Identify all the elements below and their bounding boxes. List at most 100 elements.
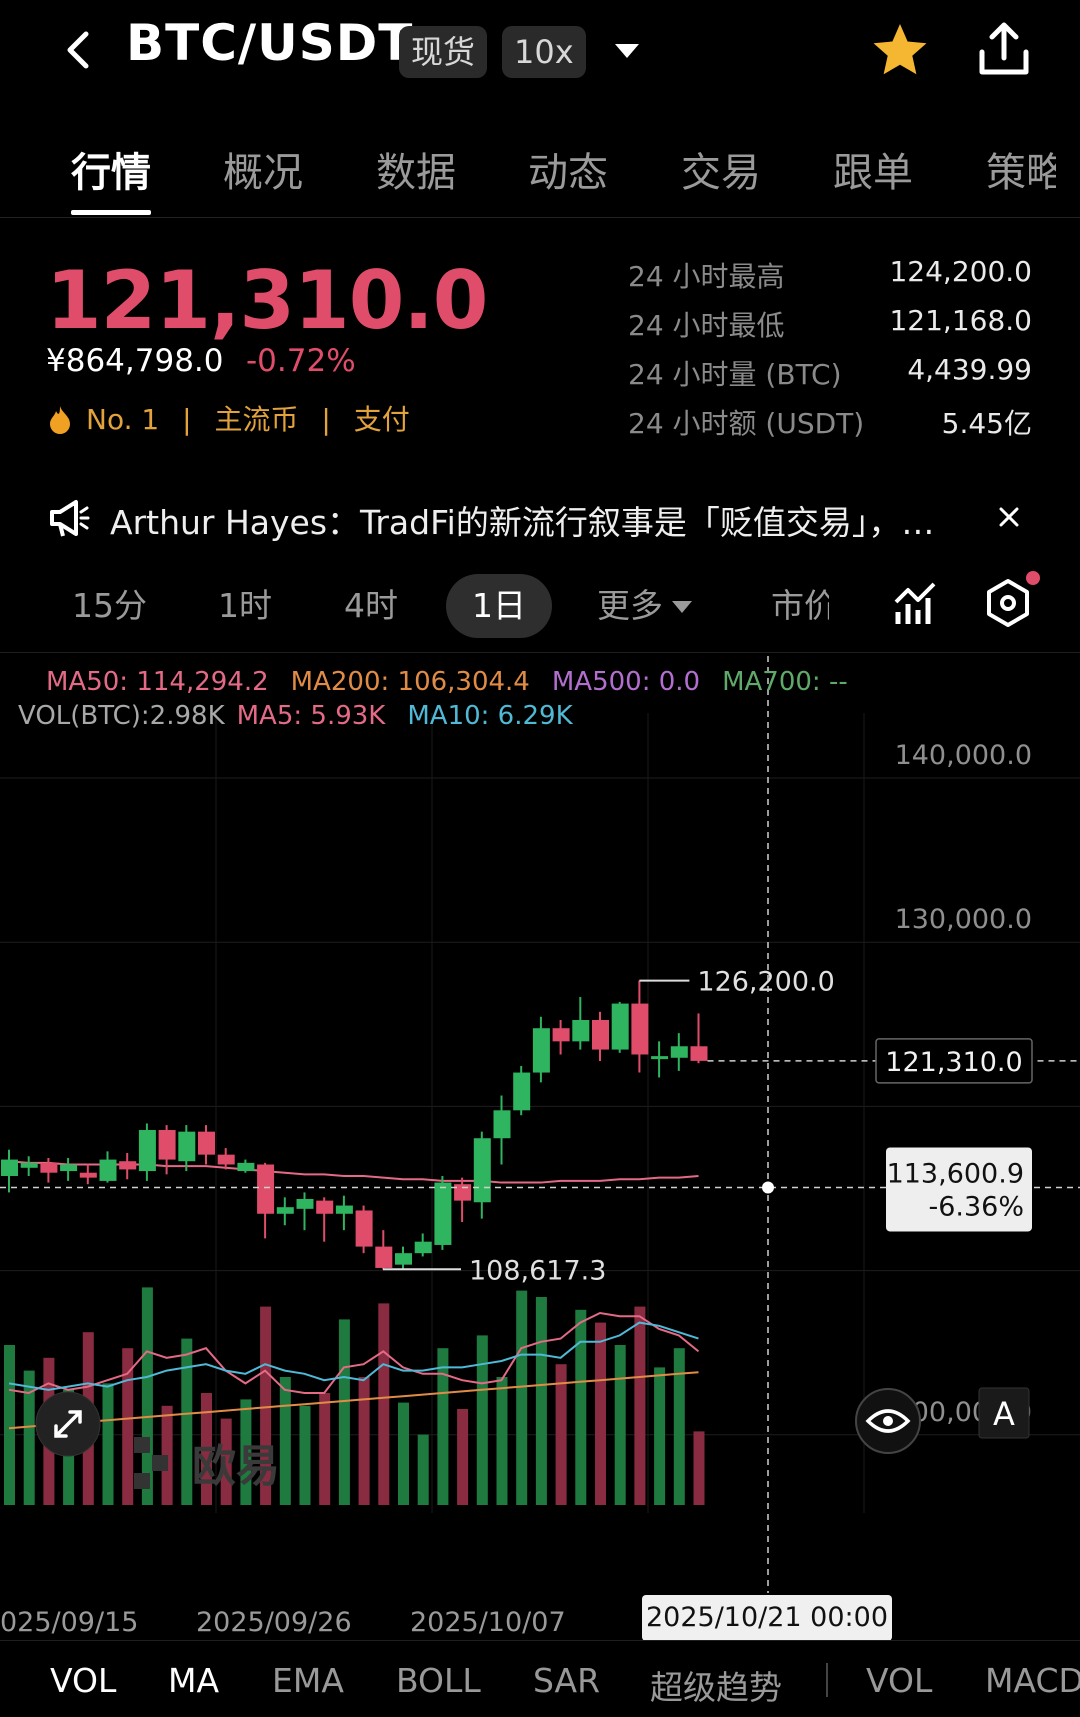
volume-bar [4, 1345, 15, 1505]
tab-overview[interactable]: 概况 [223, 140, 303, 198]
candle-body [296, 1198, 314, 1209]
timeframe-1d[interactable]: 1日 [446, 574, 552, 638]
candle-body [395, 1253, 412, 1265]
candle-body [40, 1162, 58, 1173]
timeframe-4h[interactable]: 4时 [344, 574, 398, 638]
tab-feed[interactable]: 动态 [528, 140, 608, 198]
indicator-tab-ema[interactable]: EMA [272, 1661, 344, 1700]
rank-line: No. 1 | 主流币 | 支付 [48, 398, 410, 438]
volume-bar [378, 1303, 390, 1505]
timeframe-more[interactable]: 更多 [597, 574, 693, 638]
favorite-star-icon[interactable] [870, 20, 930, 80]
crosshair-date-label: 2025/10/21 00:00 [642, 1595, 892, 1641]
candle-body [335, 1205, 353, 1214]
category-link[interactable]: 主流币 [214, 403, 298, 436]
tab-market[interactable]: 行情 [71, 140, 151, 198]
ma200-legend: MA200: 106,304.4 [290, 667, 530, 697]
volume-bar [457, 1409, 469, 1505]
candle-body [454, 1184, 472, 1201]
chevron-down-icon[interactable] [612, 36, 642, 66]
candlestick-chart[interactable]: 140,000.0130,000.0100,000.0126,200.0108,… [0, 653, 1080, 1643]
candle-body [651, 1056, 669, 1060]
candle-body [138, 1130, 156, 1172]
ma50-legend: MA50: 114,294.2 [46, 667, 269, 697]
main-tabs: 行情 概况 数据 动态 交易 跟单 策略 [0, 120, 1080, 218]
date-axis-label: 2025/09/26 [196, 1607, 352, 1638]
timeframe-1h[interactable]: 1时 [218, 574, 272, 638]
indicator-tab-sar[interactable]: SAR [533, 1661, 600, 1700]
candle-body [513, 1072, 531, 1111]
watermark-text: 欧易 [192, 1441, 280, 1492]
share-icon[interactable] [974, 20, 1034, 80]
watermark-logo [134, 1473, 150, 1489]
candle-body [690, 1046, 708, 1061]
volume-bar [181, 1338, 193, 1505]
stat-24h-high: 24 小时最高 124,200.0 [628, 255, 1032, 293]
back-arrow-icon[interactable] [58, 22, 98, 78]
volume-bar [575, 1309, 587, 1505]
vol-ma5-legend: MA5: 5.93K [236, 701, 386, 731]
vol-ma10-legend: MA10: 6.29K [407, 701, 573, 731]
close-icon[interactable] [998, 506, 1020, 528]
volume-bar [535, 1297, 547, 1505]
candle-body [198, 1131, 215, 1155]
chart-settings-icon[interactable] [984, 578, 1032, 628]
news-headline[interactable]: Arthur Hayes：TradFi的新流行叙事是「贬值交易」，… [110, 496, 970, 544]
candle-body [631, 1003, 649, 1055]
chart-area[interactable]: 140,000.0 130,000.0 100,000.0 126,200.0 108,… [0, 652, 1080, 1642]
volume-bar [319, 1393, 331, 1505]
timeframe-market-cap[interactable]: 市价 [771, 574, 829, 638]
tab-copy-trade[interactable]: 跟单 [833, 140, 913, 198]
candle-body [237, 1162, 255, 1172]
crosshair-pct: -6.36% [928, 1191, 1024, 1222]
candle-body [493, 1110, 511, 1139]
timeframe-more-label: 更多 [597, 586, 663, 625]
price-axis-label: 130,000.0 [895, 904, 1032, 935]
indicator-tab-supertrend[interactable]: 超级趋势 [650, 1661, 782, 1709]
price-axis-label: 140,000.0 [895, 740, 1032, 771]
eye-icon-pupil [883, 1416, 893, 1426]
ma500-legend: MA500: 0.0 [551, 667, 701, 697]
tab-trade[interactable]: 交易 [681, 140, 761, 198]
volume-bar [496, 1377, 508, 1505]
cny-price: ¥864,798.0 [46, 343, 224, 379]
usage-link[interactable]: 支付 [354, 403, 410, 436]
auto-scale-label: A [993, 1395, 1015, 1433]
candle-body [1, 1159, 18, 1176]
candle-body [611, 1003, 629, 1050]
news-ticker[interactable]: Arthur Hayes：TradFi的新流行叙事是「贬值交易」，… [48, 494, 1038, 542]
candle-body [119, 1161, 137, 1170]
candle-body [79, 1172, 97, 1178]
trading-pair-title[interactable]: BTC/USDT [126, 14, 413, 72]
indicator-tab-boll[interactable]: BOLL [396, 1661, 481, 1700]
date-axis-label: 025/09/15 [0, 1607, 138, 1638]
indicator-tab-vol[interactable]: VOL [50, 1661, 116, 1700]
header-bar: BTC/USDT 现货 10x [0, 0, 1080, 100]
ma-legend: MA50: 114,294.2 MA200: 106,304.4 MA500: 0.… [46, 667, 870, 697]
vol-legend: VOL(BTC):2.98K MA5: 5.93K MA10: 6.29K [18, 701, 595, 731]
date-axis-label: 2025/10/07 [410, 1607, 566, 1638]
watermark-logo [152, 1455, 168, 1471]
notification-dot [1026, 571, 1040, 585]
indicator-tab-ma[interactable]: MA [168, 1661, 219, 1700]
volume-bar [358, 1377, 370, 1505]
stat-24h-volume: 24 小时量 (BTC) 4,439.99 [628, 353, 1032, 391]
indicator-tab-macd[interactable]: MACD [985, 1661, 1080, 1700]
volume-bar [279, 1377, 291, 1505]
active-tab-indicator [71, 210, 151, 215]
indicator-tab-vol-sub[interactable]: VOL [866, 1661, 932, 1700]
candle-body [375, 1246, 393, 1268]
candle-body [316, 1200, 334, 1214]
market-type-tag: 现货 [399, 26, 488, 78]
rank-label: No. 1 [86, 403, 160, 436]
tab-strategy[interactable]: 策略 [986, 140, 1056, 198]
candle-body [592, 1020, 609, 1050]
timeframe-15m[interactable]: 15分 [72, 574, 147, 638]
candle-body [217, 1154, 235, 1165]
indicator-chart-icon[interactable] [892, 580, 938, 626]
tab-data[interactable]: 数据 [376, 140, 456, 198]
volume-bar [476, 1335, 488, 1505]
candle-body [473, 1138, 491, 1203]
candle-body [532, 1028, 550, 1073]
leverage-tag: 10x [502, 26, 586, 78]
